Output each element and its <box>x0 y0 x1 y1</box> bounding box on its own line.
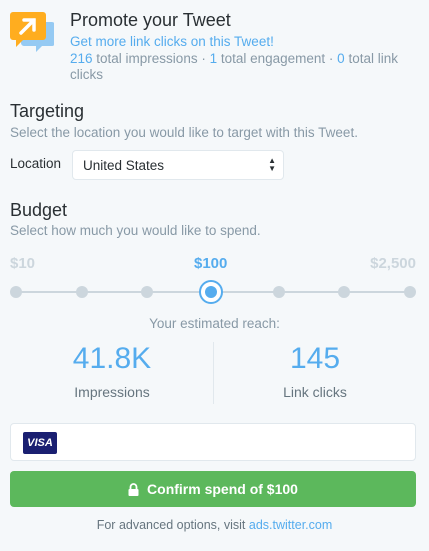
budget-description: Select how much you would like to spend. <box>10 223 261 238</box>
lock-icon <box>128 483 139 496</box>
engagement-text: total engagement · <box>217 51 338 66</box>
reach-divider <box>213 342 214 404</box>
engagement-count[interactable]: 1 <box>210 51 218 66</box>
impressions-text: total impressions · <box>92 51 210 66</box>
promote-arrow-icon <box>10 12 54 52</box>
select-arrows-icon: ▲ ▼ <box>268 156 276 173</box>
budget-slider-step[interactable] <box>141 286 154 298</box>
footer-text: For advanced options, visit <box>96 518 249 532</box>
confirm-spend-button[interactable]: Confirm spend of $100 <box>10 471 416 507</box>
location-value: United States <box>83 158 165 173</box>
reach-impressions-value: 41.8K <box>72 342 152 375</box>
budget-slider-step[interactable] <box>75 286 88 298</box>
location-label: Location <box>10 156 62 171</box>
reach-impressions-caption: Impressions <box>74 384 150 400</box>
reach-clicks-caption: Link clicks <box>283 384 347 400</box>
payment-card-field[interactable]: VISA <box>10 423 416 461</box>
reach-clicks: 145 Link clicks <box>215 342 415 400</box>
tweet-stats: 216 total impressions · 1 total engageme… <box>70 51 420 83</box>
footer: For advanced options, visit ads.twitter.… <box>0 518 429 532</box>
budget-title: Budget <box>10 200 68 220</box>
budget-slider-handle[interactable] <box>199 280 223 304</box>
reach-clicks-value: 145 <box>289 342 341 375</box>
budget-slider-step[interactable] <box>338 286 351 298</box>
targeting-description: Select the location you would like to ta… <box>10 125 358 140</box>
impressions-count[interactable]: 216 <box>70 51 93 66</box>
ads-link[interactable]: ads.twitter.com <box>249 518 332 532</box>
reach-label: Your estimated reach: <box>149 316 280 331</box>
location-select[interactable]: United States ▲ ▼ <box>72 150 284 180</box>
budget-slider-step[interactable] <box>272 286 285 298</box>
budget-current-label: $100 <box>194 255 228 272</box>
link-clicks-count[interactable]: 0 <box>337 51 345 66</box>
promote-header: Promote your Tweet Get more link clicks … <box>10 10 420 83</box>
confirm-spend-label: Confirm spend of $100 <box>147 481 298 497</box>
targeting-title: Targeting <box>10 101 85 121</box>
reach-impressions: 41.8K Impressions <box>12 342 212 400</box>
budget-slider-step[interactable] <box>10 286 22 298</box>
promote-subtitle: Get more link clicks on this Tweet! <box>70 34 274 49</box>
budget-slider-step[interactable] <box>404 286 416 298</box>
budget-max-label: $2,500 <box>370 255 416 272</box>
promote-title: Promote your Tweet <box>70 10 231 30</box>
budget-min-label: $10 <box>10 255 36 272</box>
visa-card-icon: VISA <box>23 432 57 454</box>
